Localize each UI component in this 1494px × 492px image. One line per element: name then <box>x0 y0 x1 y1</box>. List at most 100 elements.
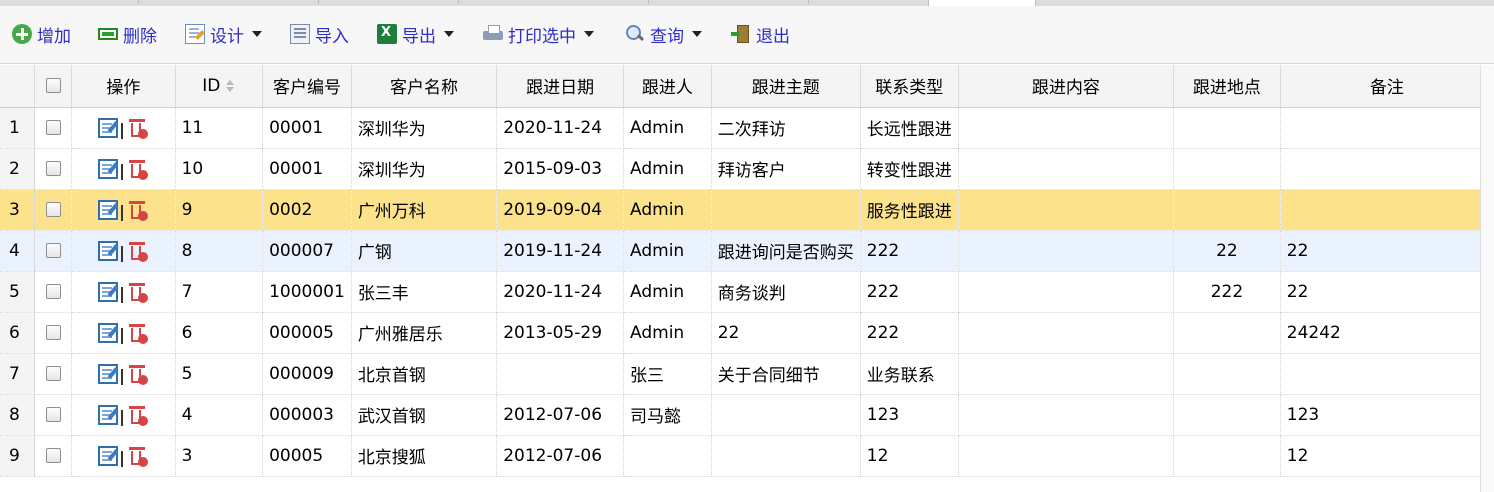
table-row[interactable]: 1 11 00001 深圳华为 2020-11-24 Admin 二次拜访 长远… <box>0 107 1494 149</box>
column-header-person[interactable]: 跟进人 <box>623 65 712 108</box>
exit-door-icon <box>731 24 751 44</box>
cell-date: 2020-11-24 <box>496 107 625 149</box>
separator <box>121 450 124 467</box>
column-header-content[interactable]: 跟进内容 <box>958 65 1175 108</box>
row-checkbox[interactable] <box>34 230 73 272</box>
cell-content <box>958 230 1175 272</box>
trash-icon[interactable] <box>126 158 149 180</box>
cell-topic: 22 <box>711 312 861 354</box>
column-header-topic[interactable]: 跟进主题 <box>711 65 861 108</box>
data-grid: 操作 ID 客户编号 客户名称 跟进日期 跟进人 跟进主题 联系类型 跟进内容 … <box>0 65 1494 477</box>
cell-person: Admin <box>623 271 712 313</box>
edit-icon[interactable] <box>98 158 119 179</box>
scrollbar-track[interactable] <box>1480 65 1494 492</box>
row-checkbox[interactable] <box>34 435 73 477</box>
row-checkbox[interactable] <box>34 353 73 395</box>
table-row[interactable]: 4 8 000007 广钢 2019-11-24 Admin 跟进询问是否购买 … <box>0 230 1494 272</box>
column-header-remark[interactable]: 备注 <box>1280 65 1494 108</box>
row-checkbox[interactable] <box>34 107 73 149</box>
row-actions <box>71 189 176 231</box>
tab-item[interactable] <box>648 0 809 4</box>
table-row[interactable]: 9 3 00005 北京搜狐 2012-07-06 12 12 <box>0 435 1494 477</box>
row-actions <box>71 394 176 436</box>
cell-date: 2015-09-03 <box>496 148 625 190</box>
column-header-contact-type[interactable]: 联系类型 <box>860 65 959 108</box>
table-row[interactable]: 7 5 000009 北京首钢 张三 关于合同细节 业务联系 <box>0 353 1494 395</box>
table-row[interactable]: 8 4 000003 武汉首钢 2012-07-06 司马懿 123 123 <box>0 394 1494 436</box>
edit-icon[interactable] <box>98 322 119 343</box>
row-checkbox[interactable] <box>34 189 73 231</box>
tab-item[interactable] <box>808 0 929 4</box>
trash-icon[interactable] <box>126 199 149 221</box>
edit-icon[interactable] <box>98 117 119 138</box>
trash-icon[interactable] <box>126 322 149 344</box>
checkbox-icon <box>45 161 61 176</box>
column-header-cust-no[interactable]: 客户编号 <box>262 65 352 108</box>
trash-icon[interactable] <box>126 363 149 385</box>
cell-date <box>496 353 625 395</box>
row-checkbox[interactable] <box>34 394 73 436</box>
checkbox-icon <box>45 243 61 258</box>
cell-location <box>1173 394 1281 436</box>
edit-icon[interactable] <box>98 404 119 425</box>
tab-item[interactable] <box>138 0 319 4</box>
tab-item[interactable] <box>0 0 139 4</box>
trash-icon[interactable] <box>126 117 149 139</box>
cell-date: 2020-11-24 <box>496 271 625 313</box>
table-row[interactable]: 6 6 000005 广州雅居乐 2013-05-29 Admin 22 222… <box>0 312 1494 354</box>
query-button[interactable]: 查询 <box>625 22 702 47</box>
cell-topic: 二次拜访 <box>711 107 861 149</box>
chevron-down-icon <box>444 31 454 37</box>
export-button[interactable]: 导出 <box>377 22 454 47</box>
row-checkbox[interactable] <box>34 148 73 190</box>
cell-cust-no: 0002 <box>262 189 352 231</box>
select-all-checkbox[interactable] <box>34 65 73 108</box>
row-checkbox[interactable] <box>34 271 73 313</box>
print-selected-button[interactable]: 打印选中 <box>483 22 594 47</box>
delete-button[interactable]: 删除 <box>98 22 157 47</box>
cell-id: 11 <box>175 107 264 149</box>
column-header-id[interactable]: ID <box>175 65 264 108</box>
trash-icon[interactable] <box>126 240 149 262</box>
add-button[interactable]: 增加 <box>12 22 71 47</box>
separator <box>121 245 124 262</box>
trash-icon[interactable] <box>126 404 149 426</box>
cell-remark: 123 <box>1280 394 1494 436</box>
edit-icon[interactable] <box>98 281 119 302</box>
cell-id: 6 <box>175 312 264 354</box>
cell-cust-no: 00001 <box>262 107 352 149</box>
tab-item[interactable] <box>318 0 459 4</box>
edit-icon[interactable] <box>98 199 119 220</box>
import-button[interactable]: 导入 <box>290 22 349 47</box>
column-header-location[interactable]: 跟进地点 <box>1173 65 1281 108</box>
table-row[interactable]: 3 9 0002 广州万科 2019-09-04 Admin 服务性跟进 <box>0 189 1494 231</box>
table-row[interactable]: 5 7 1000001 张三丰 2020-11-24 Admin 商务谈判 22… <box>0 271 1494 313</box>
column-header-date[interactable]: 跟进日期 <box>496 65 625 108</box>
trash-icon[interactable] <box>126 445 149 467</box>
table-row[interactable]: 2 10 00001 深圳华为 2015-09-03 Admin 拜访客户 转变… <box>0 148 1494 190</box>
row-number: 5 <box>0 271 36 313</box>
column-header-cust-name[interactable]: 客户名称 <box>351 65 498 108</box>
search-icon <box>625 24 645 44</box>
cell-location: 222 <box>1173 271 1281 313</box>
cell-location <box>1173 435 1281 477</box>
exit-button[interactable]: 退出 <box>731 22 790 47</box>
edit-icon[interactable] <box>98 363 119 384</box>
cell-cust-no: 1000001 <box>262 271 352 313</box>
row-actions <box>71 107 176 149</box>
edit-icon[interactable] <box>98 445 119 466</box>
checkbox-icon <box>45 284 61 299</box>
separator <box>121 327 124 344</box>
row-number: 4 <box>0 230 36 272</box>
cell-location: 22 <box>1173 230 1281 272</box>
row-checkbox[interactable] <box>34 312 73 354</box>
tab-item[interactable] <box>458 0 649 4</box>
sort-icon[interactable] <box>226 79 235 92</box>
design-button[interactable]: 设计 <box>185 22 262 47</box>
row-actions <box>71 148 176 190</box>
edit-icon[interactable] <box>98 240 119 261</box>
row-number: 6 <box>0 312 36 354</box>
trash-icon[interactable] <box>126 281 149 303</box>
cell-person: Admin <box>623 107 712 149</box>
cell-location <box>1173 189 1281 231</box>
